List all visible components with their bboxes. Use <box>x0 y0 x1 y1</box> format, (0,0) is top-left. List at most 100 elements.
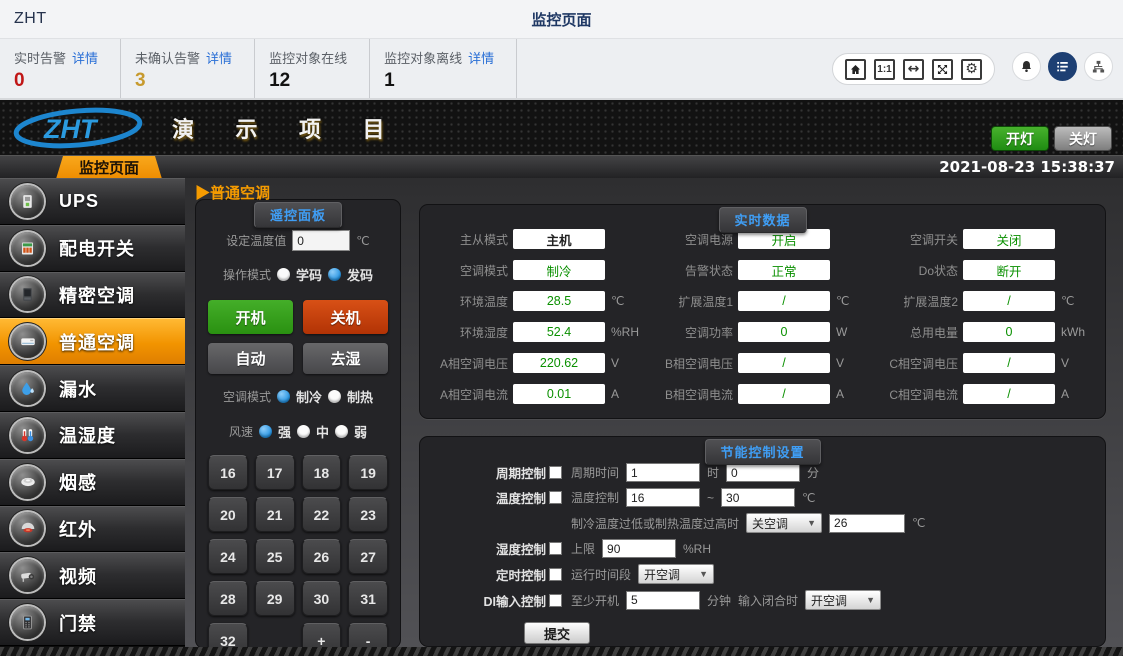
light-off-button[interactable]: 关灯 <box>1055 127 1111 150</box>
di-control-checkbox[interactable] <box>549 594 562 607</box>
di-select[interactable]: 开空调▼ <box>805 590 881 610</box>
topology-icon[interactable] <box>1084 52 1113 81</box>
fit-width-icon[interactable]: ↔ <box>903 59 924 80</box>
chevron-down-icon: ▼ <box>807 518 816 528</box>
humidity-control-checkbox[interactable] <box>549 542 562 555</box>
cycle-control-label: 周期控制 <box>496 463 546 482</box>
auto-button[interactable]: 自动 <box>208 343 293 374</box>
timer-select[interactable]: 开空调▼ <box>638 564 714 584</box>
rt-label: C相空调电压 <box>872 355 958 372</box>
energy-panel-tab: 节能控制设置 <box>704 439 820 465</box>
fan-mid-radio[interactable] <box>297 425 310 438</box>
send-code-radio[interactable] <box>328 268 341 281</box>
power-on-button[interactable]: 开机 <box>208 300 293 334</box>
dehumidify-button[interactable]: 去湿 <box>303 343 388 374</box>
temp-over-select[interactable]: 关空调▼ <box>746 513 822 533</box>
sidebar-item-label: 漏水 <box>59 376 97 402</box>
ac-mode-label: 空调模式 <box>223 388 271 405</box>
rt-field-current-b: B相空调电流/A <box>647 384 872 404</box>
monitor-page: ZHT 监控页面 实时告警详情 0 未确认告警详情 3 监控对象在线 12 监控… <box>0 0 1123 656</box>
detail-link[interactable]: 详情 <box>206 51 232 66</box>
submit-button[interactable]: 提交 <box>524 622 590 644</box>
set-temp-input[interactable] <box>292 230 350 251</box>
temp-key-27[interactable]: 27 <box>348 539 388 574</box>
fan-low-option[interactable]: 弱 <box>354 422 367 441</box>
fan-high-option[interactable]: 强 <box>278 422 291 441</box>
temp-key-22[interactable]: 22 <box>302 497 342 532</box>
chevron-down-icon: ▼ <box>699 569 708 579</box>
temp-key-18[interactable]: 18 <box>302 455 342 490</box>
timer-control-checkbox[interactable] <box>549 568 562 581</box>
rt-value: 0 <box>963 322 1055 342</box>
fan-mid-option[interactable]: 中 <box>316 422 329 441</box>
light-on-button[interactable]: 开灯 <box>992 127 1048 150</box>
cycle-minute-input[interactable] <box>726 463 800 482</box>
zht-logo-icon: ZHT <box>6 104 158 151</box>
power-off-button[interactable]: 关机 <box>303 300 388 334</box>
tab-monitor-page[interactable]: 监控页面 <box>56 156 162 179</box>
temp-key-16[interactable]: 16 <box>208 455 248 490</box>
cycle-hour-input[interactable] <box>626 463 700 482</box>
learn-code-radio[interactable] <box>277 268 290 281</box>
rt-field-master-slave: 主从模式主机 <box>422 229 647 249</box>
rt-value: 制冷 <box>513 260 605 280</box>
cooling-option[interactable]: 制冷 <box>296 387 322 406</box>
temp-key-29[interactable]: 29 <box>255 581 295 616</box>
app-header: ZHT 演 示 项 目 开灯 关灯 <box>0 100 1123 155</box>
temp-max-input[interactable] <box>721 488 795 507</box>
tilde: ~ <box>707 491 714 505</box>
temp-key-20[interactable]: 20 <box>208 497 248 532</box>
temp-min-input[interactable] <box>626 488 700 507</box>
one-to-one-icon[interactable]: 1:1 <box>874 59 895 80</box>
realtime-data-panel: 实时数据 主从模式主机 空调电源开启 空调开关关闭 空调模式制冷 告警状态正常 … <box>420 205 1105 418</box>
view-toolbar: 1:1 ↔ ⚙ <box>832 53 995 85</box>
rt-label: 环境温度 <box>422 293 508 310</box>
home-icon[interactable] <box>845 59 866 80</box>
temp-key-19[interactable]: 19 <box>348 455 388 490</box>
sidebar-item-leak[interactable]: 漏水 <box>0 365 185 412</box>
rt-value: / <box>738 384 830 404</box>
sidebar-item-door[interactable]: 门禁 <box>0 599 185 646</box>
temp-key-17[interactable]: 17 <box>255 455 295 490</box>
sidebar-item-breaker[interactable]: 配电开关 <box>0 225 185 272</box>
temp-key-24[interactable]: 24 <box>208 539 248 574</box>
list-icon[interactable] <box>1048 52 1077 81</box>
detail-link[interactable]: 详情 <box>468 51 494 66</box>
temp-key-28[interactable]: 28 <box>208 581 248 616</box>
smoke-icon <box>11 466 44 499</box>
sidebar-item-precision-ac[interactable]: 精密空调 <box>0 272 185 319</box>
temp-control-checkbox[interactable] <box>549 491 562 504</box>
sidebar-item-video[interactable]: 视频 <box>0 552 185 599</box>
cycle-control-checkbox[interactable] <box>549 466 562 479</box>
sidebar-item-ups[interactable]: UPS <box>0 178 185 225</box>
temp-key-31[interactable]: 31 <box>348 581 388 616</box>
learn-code-option[interactable]: 学码 <box>296 265 322 284</box>
sidebar-item-infrared[interactable]: 红外 <box>0 506 185 553</box>
fan-high-radio[interactable] <box>259 425 272 438</box>
heating-radio[interactable] <box>328 390 341 403</box>
temp-over-input[interactable] <box>829 514 905 533</box>
temp-key-21[interactable]: 21 <box>255 497 295 532</box>
humidity-control-label: 湿度控制 <box>496 539 546 558</box>
rt-label: 告警状态 <box>647 262 733 279</box>
detail-link[interactable]: 详情 <box>72 51 98 66</box>
temp-key-26[interactable]: 26 <box>302 539 342 574</box>
humidity-limit-input[interactable] <box>602 539 676 558</box>
sidebar-item-temp-humidity[interactable]: 温湿度 <box>0 412 185 459</box>
heating-option[interactable]: 制热 <box>347 387 373 406</box>
sidebar-item-smoke[interactable]: 烟感 <box>0 459 185 506</box>
temp-key-30[interactable]: 30 <box>302 581 342 616</box>
temp-key-23[interactable]: 23 <box>348 497 388 532</box>
di-minutes-input[interactable] <box>626 591 700 610</box>
cooling-radio[interactable] <box>277 390 290 403</box>
cycle-time-label: 周期时间 <box>571 464 619 481</box>
temp-key-25[interactable]: 25 <box>255 539 295 574</box>
bell-icon[interactable] <box>1012 52 1041 81</box>
rt-value: / <box>963 291 1055 311</box>
sidebar-item-normal-ac[interactable]: 普通空调 <box>0 318 185 365</box>
fit-screen-icon[interactable] <box>932 59 953 80</box>
gear-icon[interactable]: ⚙ <box>961 59 982 80</box>
ups-icon <box>11 185 44 218</box>
send-code-option[interactable]: 发码 <box>347 265 373 284</box>
fan-low-radio[interactable] <box>335 425 348 438</box>
